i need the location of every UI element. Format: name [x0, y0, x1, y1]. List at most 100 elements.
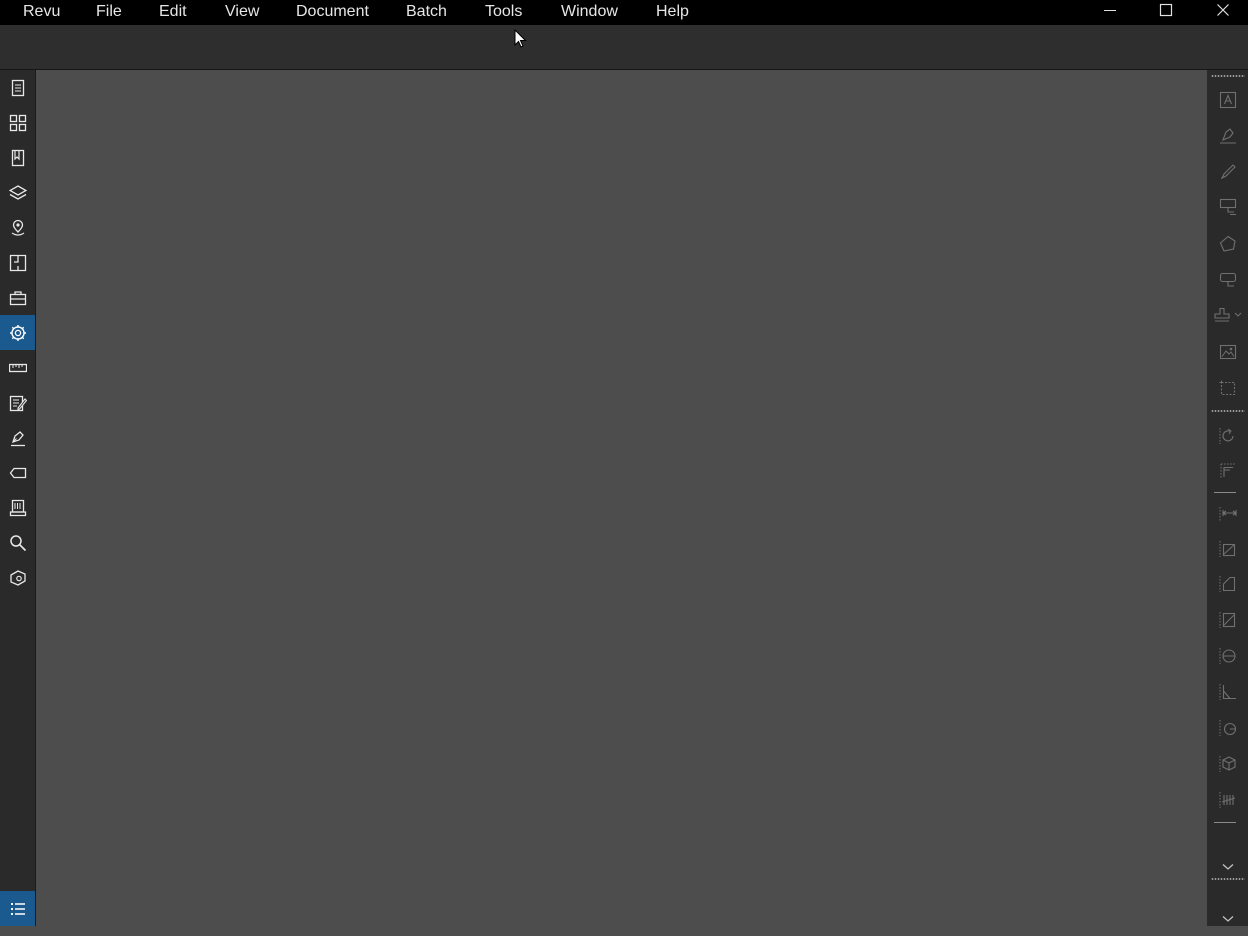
align-icon — [1220, 463, 1236, 479]
minimize-icon — [1104, 10, 1116, 11]
length-tool[interactable] — [1207, 496, 1248, 530]
signatures-icon — [10, 430, 25, 446]
chevron-down-icon — [1222, 864, 1233, 870]
highlighter-icon — [1220, 164, 1236, 180]
markup-toolbar-grip[interactable] — [1211, 75, 1245, 77]
thumbnails-icon — [11, 79, 24, 96]
studio-icon — [9, 569, 26, 586]
perimeter-icon — [1219, 612, 1235, 628]
tiles-icon — [9, 114, 26, 131]
measurements-icon — [8, 363, 27, 372]
close-icon — [1217, 4, 1229, 16]
tab-bookmarks[interactable] — [0, 140, 35, 175]
tab-markups-list[interactable] — [0, 891, 35, 926]
diameter-tool[interactable] — [1207, 639, 1248, 673]
polygon-icon — [1219, 235, 1236, 252]
menu-revu[interactable]: Revu — [23, 0, 60, 25]
tab-toolchest[interactable] — [0, 280, 35, 315]
places-icon — [11, 219, 24, 236]
tab-measurements[interactable] — [0, 350, 35, 385]
minimize-button[interactable] — [1087, 0, 1133, 25]
spaces-icon — [9, 254, 26, 271]
polylength-icon — [1219, 541, 1235, 557]
toolchest-icon — [9, 290, 26, 305]
polygon-tool[interactable] — [1207, 227, 1248, 261]
radius-tool[interactable] — [1207, 711, 1248, 745]
measure-divider — [1214, 492, 1236, 493]
chevron-down-icon — [1222, 916, 1233, 922]
tab-search[interactable] — [0, 525, 35, 560]
toolbar — [0, 25, 1248, 70]
maximize-button[interactable] — [1143, 0, 1189, 25]
tab-forms[interactable] — [0, 385, 35, 420]
snapshot-icon — [1219, 380, 1235, 396]
stamp-icon — [1213, 307, 1241, 322]
area-tool[interactable] — [1207, 567, 1248, 601]
tab-places[interactable] — [0, 210, 35, 245]
align-tool[interactable] — [1207, 454, 1248, 488]
menu-batch[interactable]: Batch — [406, 0, 447, 25]
count-icon — [1219, 792, 1235, 808]
rotate-tool[interactable] — [1207, 419, 1248, 453]
menu-view[interactable]: View — [225, 0, 259, 25]
volume-icon — [1219, 756, 1236, 772]
menu-document[interactable]: Document — [296, 0, 369, 25]
text-box-icon — [1219, 91, 1236, 109]
tab-spaces[interactable] — [0, 245, 35, 280]
tab-signatures[interactable] — [0, 420, 35, 455]
image-tool[interactable] — [1207, 335, 1248, 369]
area-icon — [1219, 576, 1235, 592]
tab-studio[interactable] — [0, 560, 35, 595]
menu-file[interactable]: File — [96, 0, 122, 25]
measure-divider-bottom — [1214, 822, 1236, 823]
cloud-tool[interactable] — [1207, 263, 1248, 297]
expand-measure-tools-button[interactable] — [1207, 902, 1248, 936]
search-icon — [9, 534, 26, 551]
mouse-cursor — [514, 29, 527, 49]
callout-icon — [1219, 198, 1236, 216]
radius-icon — [1219, 720, 1236, 736]
layers-icon — [8, 184, 27, 200]
pen-tool[interactable] — [1207, 119, 1248, 153]
menu-bar: Revu File Edit View Document Batch Tools… — [0, 0, 1248, 25]
angle-icon — [1219, 684, 1236, 700]
volume-tool[interactable] — [1207, 747, 1248, 781]
perimeter-tool[interactable] — [1207, 603, 1248, 637]
tab-tiles[interactable] — [0, 105, 35, 140]
menu-help[interactable]: Help — [656, 0, 689, 25]
polylength-tool[interactable] — [1207, 532, 1248, 566]
maximize-icon — [1159, 3, 1173, 17]
document-canvas[interactable] — [36, 70, 1207, 926]
menu-tools[interactable]: Tools — [485, 0, 522, 25]
measure-toolbar-grip[interactable] — [1211, 410, 1245, 412]
stamp-tool[interactable] — [1207, 298, 1248, 332]
properties-icon — [9, 324, 26, 341]
tab-thumbnails[interactable] — [0, 70, 35, 105]
close-button[interactable] — [1200, 0, 1246, 25]
tab-properties[interactable] — [0, 315, 35, 350]
left-panel-tabs — [0, 70, 36, 926]
cloud-icon — [1219, 272, 1236, 287]
length-icon — [1219, 507, 1237, 521]
forms-icon — [9, 395, 27, 411]
tab-links[interactable] — [0, 455, 35, 490]
diameter-icon — [1219, 648, 1236, 664]
rotate-icon — [1219, 428, 1234, 444]
links-icon — [9, 467, 26, 478]
menu-edit[interactable]: Edit — [159, 0, 187, 25]
tab-file-access[interactable] — [0, 490, 35, 525]
callout-tool[interactable] — [1207, 190, 1248, 224]
markups-list-icon — [10, 902, 25, 915]
right-tool-bar — [1207, 70, 1248, 926]
file-access-icon — [9, 499, 26, 516]
menu-window[interactable]: Window — [561, 0, 618, 25]
highlighter-tool[interactable] — [1207, 155, 1248, 189]
tab-layers[interactable] — [0, 175, 35, 210]
lower-toolbar-grip[interactable] — [1211, 878, 1245, 880]
angle-tool[interactable] — [1207, 675, 1248, 709]
image-icon — [1219, 344, 1236, 360]
pen-icon — [1219, 128, 1236, 144]
text-box-tool[interactable] — [1207, 83, 1248, 117]
count-tool[interactable] — [1207, 783, 1248, 817]
snapshot-tool[interactable] — [1207, 371, 1248, 405]
